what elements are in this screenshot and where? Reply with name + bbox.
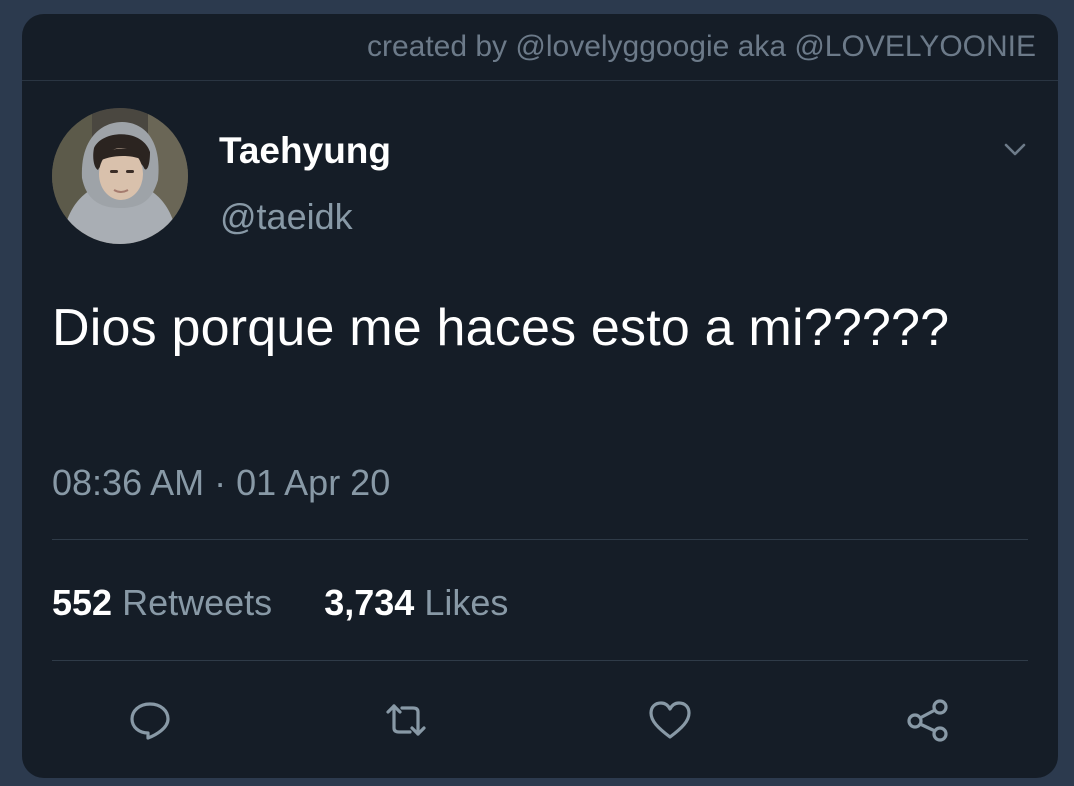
likes-stat[interactable]: 3,734 Likes (324, 582, 508, 623)
avatar[interactable] (52, 108, 188, 244)
tweet-stats: 552 Retweets 3,734 Likes (52, 582, 508, 624)
divider (52, 539, 1028, 540)
likes-label: Likes (424, 582, 509, 623)
tweet-text: Dios porque me haces esto a mi????? (52, 299, 950, 357)
likes-count: 3,734 (324, 582, 415, 623)
retweet-icon[interactable] (378, 692, 434, 748)
credit-text: created by @lovelyggoogie aka @LOVELYOON… (366, 30, 1036, 63)
tweet-timestamp[interactable]: 08:36 AM · 01 Apr 20 (52, 462, 390, 504)
user-avatar-photo (52, 108, 188, 244)
reply-icon[interactable] (122, 692, 178, 748)
tweet-card: created by @lovelyggoogie aka @LOVELYOON… (22, 14, 1058, 778)
retweets-stat[interactable]: 552 Retweets (52, 582, 282, 623)
display-name[interactable]: Taehyung (219, 130, 391, 172)
retweets-label: Retweets (122, 582, 273, 623)
credit-bar: created by @lovelyggoogie aka @LOVELYOON… (22, 14, 1058, 81)
user-handle[interactable]: @taeidk (220, 196, 353, 238)
retweets-count: 552 (52, 582, 113, 623)
share-icon[interactable] (900, 692, 956, 748)
heart-icon[interactable] (642, 692, 698, 748)
chevron-down-icon[interactable] (1000, 134, 1030, 164)
divider (52, 660, 1028, 661)
